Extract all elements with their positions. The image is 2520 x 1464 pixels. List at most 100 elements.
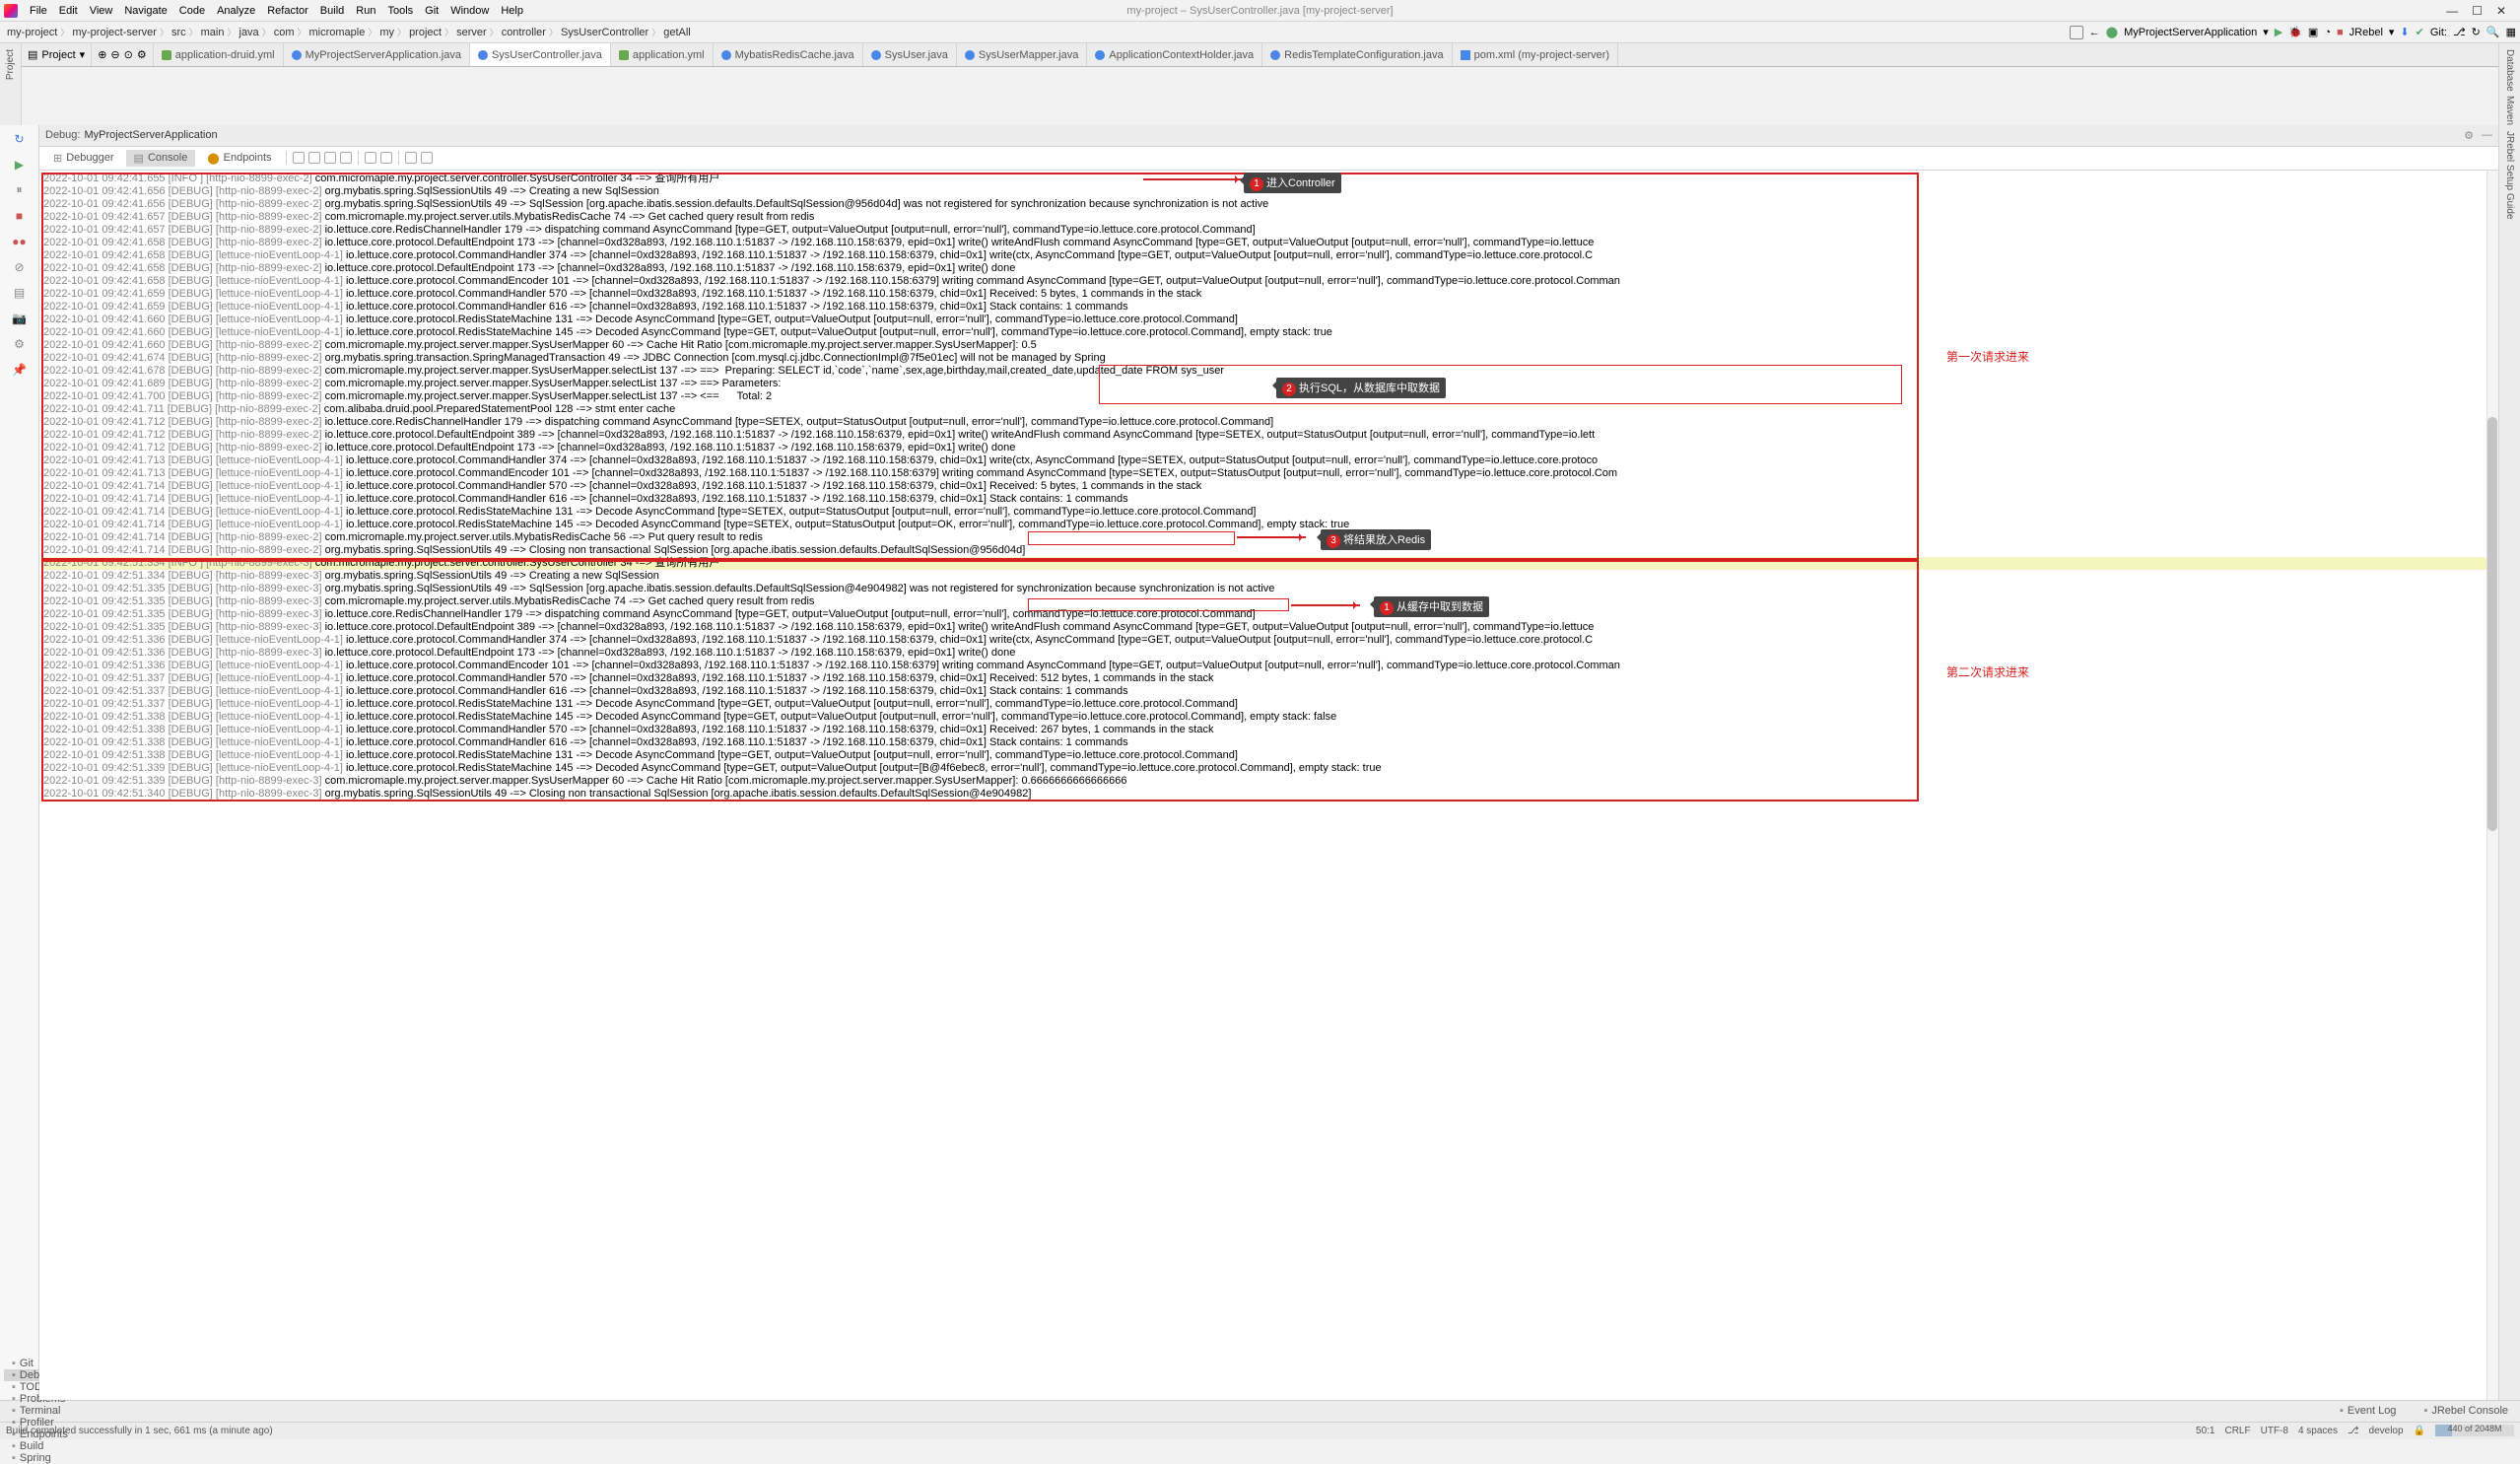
console-tab[interactable]: ▤Console — [126, 150, 196, 167]
menu-git[interactable]: Git — [419, 5, 444, 17]
left-tool-stripe[interactable]: Project — [0, 43, 22, 125]
crumb-5[interactable]: com — [271, 27, 298, 38]
editor-tab[interactable]: ApplicationContextHolder.java — [1087, 43, 1262, 66]
expand-icon[interactable]: ⊕ — [98, 48, 106, 61]
scrollbar-track[interactable] — [2486, 171, 2498, 1400]
pause-icon[interactable]: ⏸ — [12, 182, 28, 198]
mute-breakpoints-icon[interactable]: ⊘ — [12, 259, 28, 275]
force-step-icon[interactable] — [324, 152, 336, 164]
crumb-3[interactable]: main — [198, 27, 228, 38]
editor-tab[interactable]: MyProjectServerApplication.java — [284, 43, 470, 66]
maven-tool[interactable]: Maven — [2504, 96, 2515, 125]
minimize-panel-icon[interactable]: — — [2482, 129, 2492, 142]
debug-icon[interactable]: 🐞 — [2288, 26, 2302, 38]
editor-tab[interactable]: MybatisRedisCache.java — [714, 43, 863, 66]
editor-tab[interactable]: SysUserMapper.java — [957, 43, 1088, 66]
menu-build[interactable]: Build — [314, 5, 350, 17]
git-branch-icon[interactable]: ⎇ — [2453, 26, 2466, 38]
crumb-11[interactable]: SysUserController — [558, 27, 651, 38]
menu-analyze[interactable]: Analyze — [211, 5, 261, 17]
profile-icon[interactable]: ◔ — [2324, 27, 2331, 38]
menu-file[interactable]: File — [24, 5, 53, 17]
maximize-icon[interactable]: ☐ — [2472, 4, 2483, 18]
settings-icon[interactable]: ⚙ — [137, 48, 147, 61]
crumb-10[interactable]: controller — [499, 27, 549, 38]
endpoints-tab[interactable]: ⬤Endpoints — [199, 150, 279, 167]
camera-icon[interactable]: 📷 — [12, 311, 28, 326]
rerun-icon[interactable]: ↻ — [12, 131, 28, 147]
tool-jrebel-console[interactable]: ▪ JRebel Console — [2416, 1405, 2516, 1417]
editor-tab[interactable]: application-druid.yml — [154, 43, 284, 66]
git-commit-icon[interactable]: ✔ — [2416, 26, 2424, 38]
line-sep[interactable]: CRLF — [2224, 1426, 2250, 1436]
menu-view[interactable]: View — [84, 5, 119, 17]
console-output[interactable]: 2022-10-01 09:42:41.655 [INFO ] [http-ni… — [39, 171, 2498, 1400]
close-icon[interactable]: ✕ — [2496, 4, 2506, 18]
tool-build[interactable]: ▪ Build — [4, 1440, 76, 1452]
settings-icon[interactable]: ⚙ — [12, 336, 28, 352]
project-selector[interactable]: ▤ Project ▾ — [22, 43, 92, 66]
editor-tab[interactable]: RedisTemplateConfiguration.java — [1262, 43, 1452, 66]
git-branch[interactable]: develop — [2369, 1426, 2404, 1436]
right-tool-stripe-2[interactable]: JRebel Setup Guide — [2498, 125, 2520, 1400]
crumb-7[interactable]: my — [376, 27, 397, 38]
tool-terminal[interactable]: ▪ Terminal — [4, 1405, 76, 1417]
locate-icon[interactable]: ⊙ — [124, 48, 133, 61]
git-update-icon[interactable]: ↻ — [2472, 26, 2481, 38]
menu-code[interactable]: Code — [173, 5, 211, 17]
minimize-icon[interactable]: — — [2446, 4, 2458, 18]
resume-icon[interactable]: ▶ — [12, 157, 28, 173]
git-pull-icon[interactable]: ⬇ — [2400, 26, 2409, 38]
search-icon[interactable]: 🔍 — [2486, 26, 2500, 38]
view-breakpoints-icon[interactable]: ●● — [12, 234, 28, 249]
database-tool[interactable]: Database — [2504, 49, 2515, 92]
crumb-6[interactable]: micromaple — [306, 27, 369, 38]
stop-icon[interactable]: ■ — [2337, 27, 2344, 38]
breadcrumb[interactable]: my-project〉my-project-server〉src〉main〉ja… — [4, 26, 694, 38]
jrebel-guide-tool[interactable]: JRebel Setup Guide — [2504, 131, 2515, 220]
crumb-1[interactable]: my-project-server — [69, 27, 160, 38]
run-config-select[interactable]: MyProjectServerApplication — [2124, 27, 2257, 38]
gear-icon[interactable]: ▦ — [2506, 26, 2516, 38]
menu-run[interactable]: Run — [350, 5, 381, 17]
menu-edit[interactable]: Edit — [53, 5, 84, 17]
crumb-0[interactable]: my-project — [4, 27, 60, 38]
encoding[interactable]: UTF-8 — [2261, 1426, 2288, 1436]
more-icon[interactable] — [421, 152, 433, 164]
indent[interactable]: 4 spaces — [2298, 1426, 2338, 1436]
caret-pos[interactable]: 50:1 — [2196, 1426, 2214, 1436]
tool-spring[interactable]: ▪ Spring — [4, 1452, 76, 1464]
crumb-2[interactable]: src — [169, 27, 189, 38]
editor-tab[interactable]: SysUserController.java — [470, 43, 611, 66]
evaluate-icon[interactable] — [380, 152, 392, 164]
lock-icon[interactable]: 🔒 — [2414, 1426, 2425, 1436]
step-into-icon[interactable] — [308, 152, 320, 164]
editor-tab[interactable]: SysUser.java — [863, 43, 957, 66]
editor-tab[interactable]: application.yml — [611, 43, 714, 66]
crumb-12[interactable]: getAll — [660, 27, 694, 38]
step-over-icon[interactable] — [293, 152, 305, 164]
pin-icon[interactable]: 📌 — [12, 362, 28, 378]
editor-tab[interactable]: pom.xml (my-project-server) — [1453, 43, 1619, 66]
user-dropdown-icon[interactable]: ▾ — [2389, 26, 2395, 38]
tool-event-log[interactable]: ▪ Event Log — [2332, 1405, 2404, 1417]
step-out-icon[interactable] — [340, 152, 352, 164]
run-to-cursor-icon[interactable] — [365, 152, 376, 164]
trace-icon[interactable] — [405, 152, 417, 164]
scrollbar-thumb[interactable] — [2487, 417, 2497, 831]
project-tool[interactable]: Project — [5, 49, 16, 80]
crumb-8[interactable]: project — [406, 27, 444, 38]
gear-icon[interactable]: ⚙ — [2464, 129, 2474, 142]
menu-tools[interactable]: Tools — [381, 5, 419, 17]
menu-navigate[interactable]: Navigate — [118, 5, 172, 17]
crumb-4[interactable]: java — [237, 27, 262, 38]
menu-help[interactable]: Help — [495, 5, 529, 17]
coverage-icon[interactable]: ▣ — [2308, 26, 2318, 38]
dropdown-icon[interactable]: ▾ — [2263, 26, 2269, 38]
run-icon[interactable]: ▶ — [2275, 26, 2282, 38]
menu-refactor[interactable]: Refactor — [261, 5, 314, 17]
collapse-icon[interactable]: ⊖ — [110, 48, 119, 61]
stop-icon[interactable]: ■ — [12, 208, 28, 224]
menu-window[interactable]: Window — [444, 5, 495, 17]
back-icon[interactable]: ← — [2089, 27, 2100, 38]
